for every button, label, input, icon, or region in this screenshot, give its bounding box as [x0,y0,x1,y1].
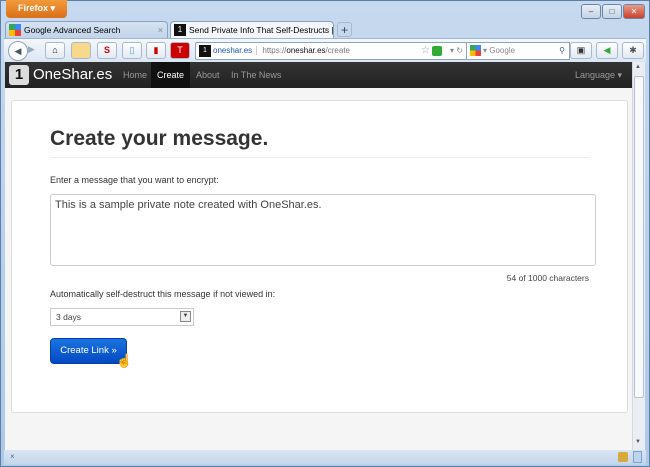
url-prefix: https:// [262,46,287,55]
url-path: /create [325,46,350,55]
brand-link[interactable]: OneShar.es [33,62,112,88]
message-label: Enter a message that you want to encrypt… [50,175,219,185]
addon-button-1[interactable]: ▣ [570,42,592,59]
expiry-select[interactable]: 3 days ▼ [50,308,194,326]
url-host: oneshar.es [286,46,326,55]
expiry-label: Automatically self-destruct this message… [50,289,276,299]
reload-icon[interactable]: ▾ ↻ [450,43,463,59]
message-textarea[interactable]: This is a sample private note created wi… [50,194,596,266]
site-identity-icon: 1 [199,45,211,57]
tab-label: Send Private Info That Self-Destructs |.… [189,25,334,35]
divider [50,157,590,158]
minimize-button[interactable]: – [581,4,601,19]
search-magnifier-icon[interactable]: ⚲ [559,43,565,59]
chevron-down-icon[interactable]: ▼ [180,311,191,322]
page-content: Create your message. Enter a message tha… [5,88,632,450]
nav-in-the-news[interactable]: In The News [225,62,287,88]
new-tab-button[interactable]: + [337,22,352,37]
scroll-down-icon[interactable]: ▼ [635,439,641,445]
site-navbar: 1 OneShar.es Home Create About In The Ne… [5,62,632,88]
maximize-button[interactable]: □ [602,4,622,19]
scrollbar-thumb[interactable] [634,76,644,398]
nav-about[interactable]: About [190,62,226,88]
tab-google-advanced-search[interactable]: Google Advanced Search × [5,21,168,38]
close-addon-bar-icon[interactable]: × [10,452,15,461]
tab-close-icon[interactable]: × [158,22,163,38]
site-identity-label[interactable]: oneshar.es [213,46,258,55]
bookmark-status-icon[interactable] [633,451,642,463]
search-box[interactable]: ▾ Google ⚲ [466,42,570,60]
bookmark-star-icon[interactable]: ☆ [421,43,430,59]
home-button[interactable]: ⌂ [45,42,65,59]
tab-close-icon[interactable]: × [324,22,329,38]
vertical-scrollbar[interactable]: ▲ ▼ [632,62,645,450]
share-addon-button[interactable]: ◀ [596,42,618,59]
addon-status-icon[interactable] [618,452,628,462]
forward-button[interactable]: ▶ [28,44,35,55]
nav-create[interactable]: Create [151,62,191,88]
tab-oneshares[interactable]: 1 Send Private Info That Self-Destructs … [170,21,334,38]
addon-bar: × [4,450,646,465]
tab-label: Google Advanced Search [24,25,121,35]
expiry-selected-value: 3 days [56,312,82,322]
char-count: 54 of 1000 characters [506,273,589,283]
addon-icon[interactable] [71,42,91,59]
navigation-toolbar: ◀ ▶ ⌂ S ▯ ▮ T 1 oneshar.es https://onesha… [4,38,646,62]
cursor-hand-icon: ☝ [116,353,133,368]
bookmark-icon[interactable]: ▯ [122,42,142,59]
share-icon[interactable] [432,46,442,56]
google-favicon-icon [9,24,21,36]
readitlater-icon[interactable]: ▮ [146,42,166,59]
stumbleupon-icon[interactable]: S [97,42,117,59]
url-bar[interactable]: 1 oneshar.es https://oneshar.es/create ☆ … [195,42,467,60]
scroll-up-icon[interactable]: ▲ [635,64,641,70]
t-addon-icon[interactable]: T [170,42,190,59]
site-logo-icon[interactable]: 1 [9,65,29,85]
google-search-engine-icon[interactable] [470,45,481,56]
create-message-card: Create your message. Enter a message tha… [11,100,628,413]
menu-addon-button[interactable]: ✱ [622,42,644,59]
language-dropdown[interactable]: Language ▾ [569,62,628,88]
back-button[interactable]: ◀ [8,41,28,61]
close-button[interactable]: ✕ [623,4,645,19]
nav-home[interactable]: Home [117,62,153,88]
page-title: Create your message. [50,127,269,150]
oneshares-favicon-icon: 1 [174,24,186,36]
search-placeholder: Google [489,46,516,55]
firefox-menu-button[interactable]: Firefox ▾ [6,0,67,18]
